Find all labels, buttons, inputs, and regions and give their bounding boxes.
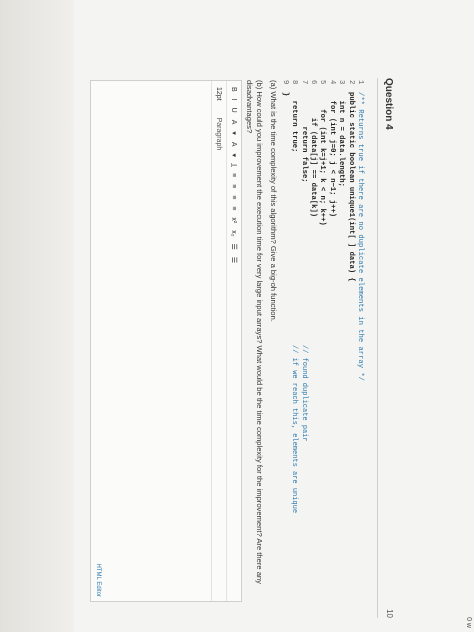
code-text: } <box>280 92 289 97</box>
code-line: 4 for (int j=0; j < n−1; j++) <box>326 80 336 500</box>
code-line: 9} <box>279 80 289 500</box>
line-number: 3 <box>337 80 346 85</box>
toolbar-button[interactable]: I <box>231 99 238 101</box>
line-number: 7 <box>299 80 308 85</box>
question-points: 10 <box>385 609 394 618</box>
toolbar-button[interactable]: x² <box>231 217 238 223</box>
answer-editor[interactable]: B I U A ▾ A ▾ I̲ ≡ ≡ ≡ ≡ x² x₂ ☰ ☰ 12pt Paragraph HTML … <box>90 80 242 602</box>
code-text: public static boolean unique1(int[ ] dat… <box>346 92 355 282</box>
toolbar-button[interactable]: ☰ <box>230 243 238 249</box>
toolbar-button[interactable]: U <box>231 108 238 113</box>
prompt-part-b: (b) How could you improvement the execut… <box>245 80 264 584</box>
toolbar-button[interactable]: ▾ <box>230 154 238 158</box>
toolbar-button[interactable]: ≡ <box>231 184 238 188</box>
question-title: Question 4 <box>383 78 395 130</box>
question-prompt: (a) What is the time complexity of this … <box>240 80 278 600</box>
html-editor-link[interactable]: HTML Editor <box>95 564 101 597</box>
toolbar-button[interactable]: A <box>231 120 238 125</box>
code-line: 5 for (int k=j+1; k < n; k++) <box>317 80 326 500</box>
screen: 0 w Question 4 10 1 /** Returns true if t… <box>0 0 474 632</box>
font-size-select[interactable]: 12pt <box>216 87 223 101</box>
comment-elements-unique: // if we reach this, elements are unique <box>290 345 298 514</box>
code-text: return true; <box>290 92 299 153</box>
code-text: for (int j=0; j < n−1; j++) <box>327 92 336 218</box>
paragraph-select[interactable]: Paragraph <box>216 118 223 151</box>
toolbar-button[interactable]: ≡ <box>231 173 238 177</box>
toolbar-button[interactable]: I̲ <box>231 164 238 166</box>
code-text: /** Returns true if there are no duplica… <box>356 92 364 381</box>
line-number: 5 <box>318 80 327 85</box>
toolbar-button[interactable]: ≡ <box>231 206 238 210</box>
code-line: 2 public static boolean unique1(int[ ] da… <box>345 80 355 500</box>
line-number: 6 <box>308 80 317 85</box>
toolbar-button[interactable]: x₂ <box>231 230 238 236</box>
code-text: return false; <box>299 92 308 183</box>
toolbar-button[interactable]: A <box>231 142 238 147</box>
question-header: Question 4 10 <box>377 78 400 618</box>
toolbar-button[interactable]: ▾ <box>230 131 238 135</box>
line-number: 8 <box>290 80 299 85</box>
code-line: 1 /** Returns true if there are no duplic… <box>355 80 364 500</box>
code-line: 6 if (data[j] == data[k]) <box>308 80 317 500</box>
toolbar-button[interactable]: B <box>231 87 238 92</box>
comment-found-duplicate: // found duplicate pair <box>300 345 308 442</box>
code-text: for (int k=j+1; k < n; k++) <box>318 92 327 226</box>
code-line: 3 int n = data.length; <box>336 80 345 500</box>
line-number: 1 <box>356 80 364 85</box>
line-number: 4 <box>327 80 336 85</box>
editor-toolbar-row2: 12pt Paragraph <box>211 81 226 601</box>
toolbar-button[interactable]: ☰ <box>230 257 238 263</box>
line-number: 2 <box>346 80 355 85</box>
code-text: if (data[j] == data[k]) <box>308 92 317 218</box>
corner-label: 0 w <box>465 617 472 628</box>
line-number: 9 <box>280 80 289 85</box>
page-lower-area <box>0 0 74 632</box>
editor-toolbar: B I U A ▾ A ▾ I̲ ≡ ≡ ≡ ≡ x² x₂ ☰ ☰ <box>226 81 241 601</box>
prompt-part-a: (a) What is the time complexity of this … <box>269 80 278 322</box>
toolbar-button[interactable]: ≡ <box>231 195 238 199</box>
code-text: int n = data.length; <box>337 92 346 187</box>
